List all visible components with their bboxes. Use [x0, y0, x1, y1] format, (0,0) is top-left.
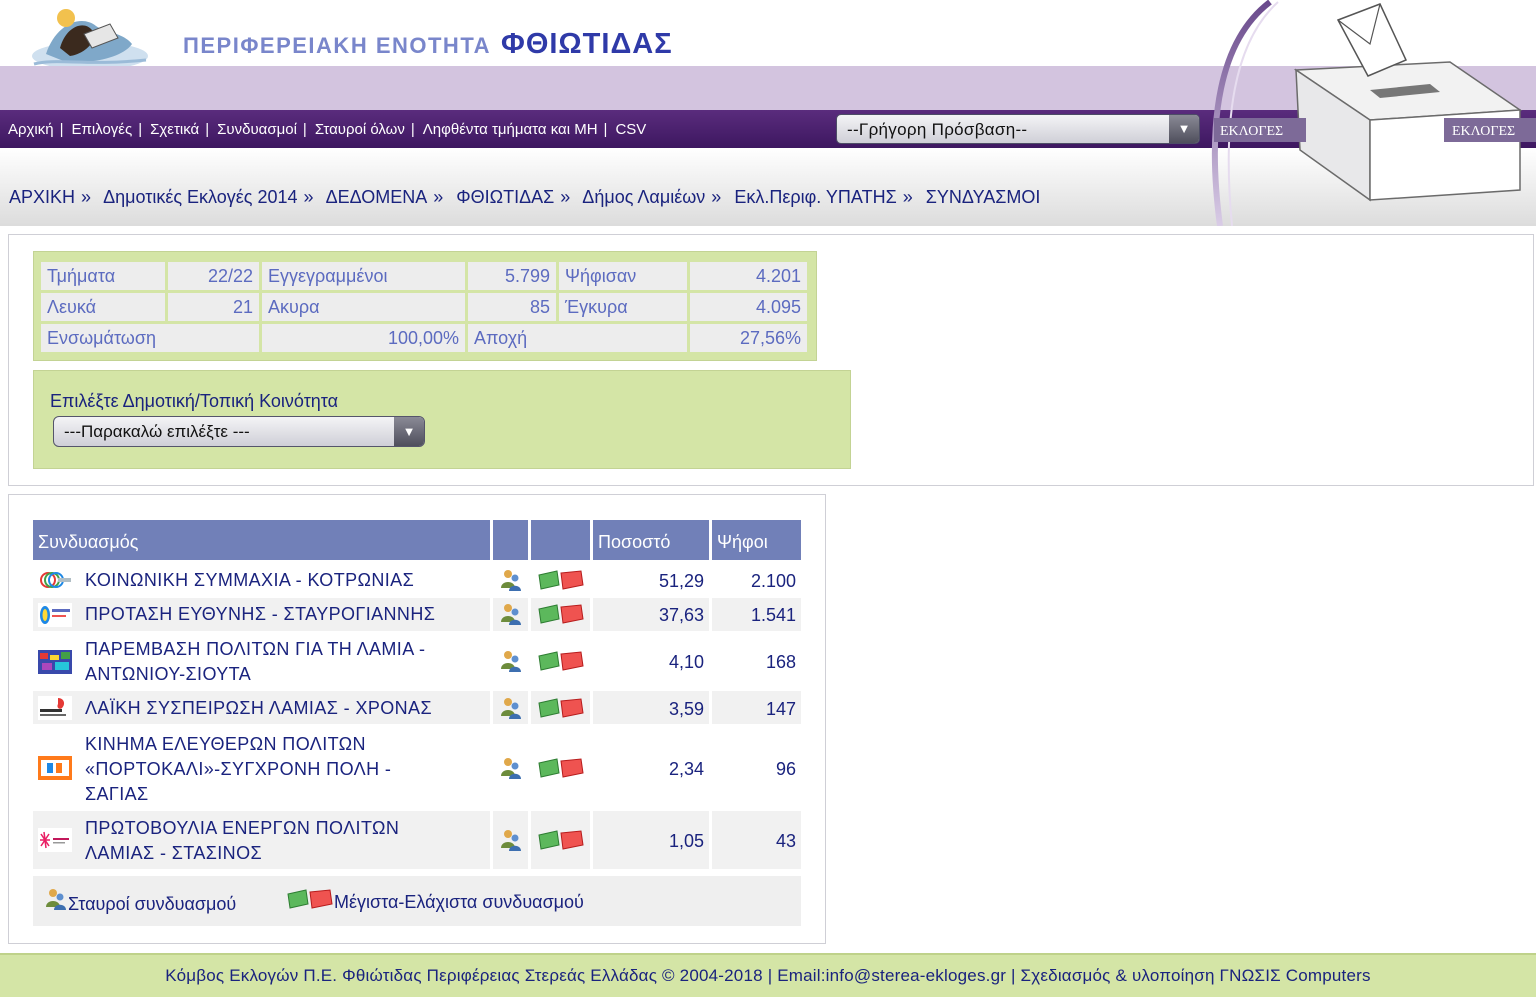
nav-csv[interactable]: CSV: [615, 121, 646, 138]
stat-value: 22/22: [168, 262, 259, 290]
party-logo-protasi-eythynis: [38, 603, 72, 627]
legend-minmax-label: Μέγιστα-Ελάχιστα συνδυασμού: [334, 892, 584, 912]
column-header-minmax: [531, 520, 590, 560]
nav-about[interactable]: Σχετικά: [150, 121, 199, 138]
crosses-icon[interactable]: [499, 649, 523, 673]
crosses-icon[interactable]: [499, 602, 523, 626]
region-name: ΦΘΙΩΤΙΔΑΣ: [501, 28, 673, 60]
stat-label: Λευκά: [41, 293, 165, 321]
stat-value: 4.201: [690, 262, 807, 290]
crosses-icon: [46, 889, 66, 910]
chevron-down-icon: ▼: [1169, 115, 1199, 143]
stat-value: 5.799: [468, 262, 556, 290]
breadcrumb: ΑΡΧΙΚΗ» Δημοτικές Εκλογές 2014» ΔΕΔΟΜΕΝΑ…: [9, 187, 1041, 207]
party-name-link[interactable]: ΠΡΟΤΑΣΗ ΕΥΘΥΝΗΣ - ΣΤΑΥΡΟΓΙΑΝΝΗΣ: [85, 602, 435, 627]
community-select-value: ---Παρακαλώ επιλέξτε ---: [64, 422, 250, 441]
community-select[interactable]: ---Παρακαλώ επιλέξτε --- ▼: [53, 416, 425, 447]
percent-value: 4,10: [668, 652, 704, 672]
votes-value: 168: [765, 652, 796, 672]
regional-logo[interactable]: [26, 4, 154, 74]
stat-value: 4.095: [690, 293, 807, 321]
stat-value: 100,00%: [262, 324, 465, 352]
min-max-icon: [287, 889, 333, 909]
party-logo-koinoniki-symmaxia: [40, 572, 71, 588]
min-max-icon[interactable]: [537, 650, 585, 672]
stat-label: Ακυρα: [262, 293, 465, 321]
votes-value: 2.100: [750, 571, 796, 591]
elections-badge-right: ΕΚΛΟΓΕΣ: [1452, 124, 1515, 139]
stat-value: 27,56%: [690, 324, 807, 352]
elections-badge-left: ΕΚΛΟΓΕΣ: [1220, 124, 1283, 139]
crosses-icon[interactable]: [499, 756, 523, 780]
votes-value: 147: [765, 699, 796, 719]
quick-access-value: --Γρήγορη Πρόσβαση--: [847, 120, 1028, 139]
stat-label: Έγκυρα: [559, 293, 687, 321]
party-name-link[interactable]: ΚΟΙΝΩΝΙΚΗ ΣΥΜΜΑΧΙΑ - ΚΟΤΡΩΝΙΑΣ: [85, 568, 414, 593]
votes-value: 1.541: [750, 605, 796, 625]
ballot-box-illustration: ΕΚΛΟΓΕΣ ΕΚΛΟΓΕΣ: [1211, 0, 1536, 226]
party-name-link[interactable]: ΠΑΡΕΜΒΑΣΗ ΠΟΛΙΤΩΝ ΓΙΑ ΤΗ ΛΑΜΙΑ - ΑΝΤΩΝΙΟ…: [85, 637, 485, 687]
stat-label: Εγγεγραμμένοι: [262, 262, 465, 290]
column-header-crosses: [493, 520, 528, 560]
nav-parties[interactable]: Συνδυασμοί: [217, 121, 297, 138]
stat-label: Τμήματα: [41, 262, 165, 290]
party-logo-laiki-syspeirosi: [38, 696, 72, 720]
breadcrumb-municipality[interactable]: Δήμος Λαμιέων: [582, 187, 705, 207]
nav-all-crosses[interactable]: Σταυροί όλων: [315, 121, 405, 138]
breadcrumb-elections[interactable]: Δημοτικές Εκλογές 2014: [103, 187, 297, 207]
min-max-icon[interactable]: [537, 757, 585, 779]
region-title: ΠΕΡΙΦΕΡΕΙΑΚΗ ΕΝΟΤΗΤΑ ΦΘΙΩΤΙΔΑΣ: [183, 28, 673, 61]
min-max-icon[interactable]: [537, 829, 585, 851]
min-max-icon[interactable]: [537, 697, 585, 719]
crosses-icon[interactable]: [499, 696, 523, 720]
percent-value: 3,59: [668, 699, 704, 719]
votes-value: 96: [775, 759, 796, 779]
nav-options[interactable]: Επιλογές: [72, 121, 133, 138]
party-name-link[interactable]: ΠΡΩΤΟΒΟΥΛΙΑ ΕΝΕΡΓΩΝ ΠΟΛΙΤΩΝ ΛΑΜΙΑΣ - ΣΤΑ…: [85, 816, 445, 866]
column-header-votes: Ψήφοι: [712, 520, 801, 560]
min-max-icon[interactable]: [537, 569, 585, 591]
party-name-link[interactable]: ΚΙΝΗΜΑ ΕΛΕΥΘΕΡΩΝ ΠΟΛΙΤΩΝ «ΠΟΡΤΟΚΑΛΙ»-ΣΥΓ…: [85, 732, 445, 807]
region-prefix: ΠΕΡΙΦΕΡΕΙΑΚΗ ΕΝΟΤΗΤΑ: [183, 33, 492, 58]
breadcrumb-current: ΣΥΝΔΥΑΣΜΟΙ: [925, 187, 1041, 207]
breadcrumb-region[interactable]: ΦΘΙΩΤΙΔΑΣ: [456, 187, 554, 207]
column-header-percent: Ποσοστό: [593, 520, 709, 560]
nav-received-sections[interactable]: Ληφθέντα τμήματα και ΜΗ: [423, 121, 598, 138]
party-logo-protovoulia: [38, 828, 72, 852]
party-logo-paremvasi-politon: [38, 650, 72, 674]
chevron-down-icon: ▼: [394, 417, 424, 446]
percent-value: 37,63: [658, 605, 704, 625]
stat-label: Αποχή: [468, 324, 687, 352]
votes-value: 43: [775, 831, 796, 851]
legend-crosses-label: Σταυροί συνδυασμού: [68, 894, 237, 914]
stat-value: 85: [468, 293, 556, 321]
quick-access-select[interactable]: --Γρήγορη Πρόσβαση-- ▼: [836, 114, 1200, 144]
stat-value: 21: [168, 293, 259, 321]
percent-value: 1,05: [668, 831, 704, 851]
crosses-icon[interactable]: [499, 828, 523, 852]
column-header-party: Συνδυασμός: [33, 520, 490, 560]
stat-label: Ψήφισαν: [559, 262, 687, 290]
party-name-link[interactable]: ΛΑΪΚΗ ΣΥΣΠΕΙΡΩΣΗ ΛΑΜΙΑΣ - ΧΡΟΝΑΣ: [85, 696, 432, 721]
footer-text: Κόμβος Εκλογών Π.Ε. Φθιώτιδας Περιφέρεια…: [165, 966, 1371, 985]
breadcrumb-data[interactable]: ΔΕΔΟΜΕΝΑ: [326, 187, 428, 207]
crosses-icon[interactable]: [499, 568, 523, 592]
community-select-label: Επιλέξτε Δημοτική/Τοπική Κοινότητα: [50, 391, 339, 411]
stat-label: Ενσωμάτωση: [41, 324, 259, 352]
party-logo-portokali: [38, 756, 72, 780]
min-max-icon[interactable]: [537, 603, 585, 625]
percent-value: 51,29: [658, 571, 704, 591]
percent-value: 2,34: [668, 759, 704, 779]
breadcrumb-home[interactable]: ΑΡΧΙΚΗ: [9, 187, 75, 207]
breadcrumb-district[interactable]: Εκλ.Περιφ. ΥΠΑΤΗΣ: [734, 187, 896, 207]
nav-home[interactable]: Αρχική: [8, 121, 54, 138]
